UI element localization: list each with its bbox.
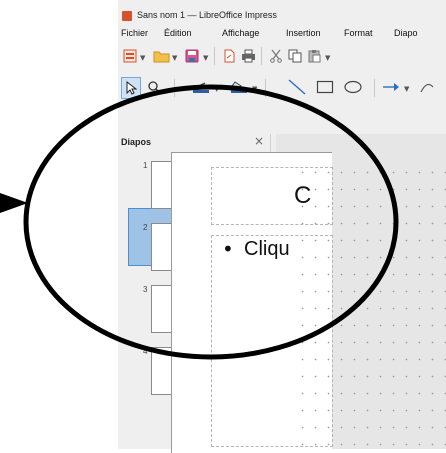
ellipse-tool-icon[interactable] — [342, 79, 364, 95]
drawing-toolbar: ▼ ▼ ▼ — [118, 73, 446, 103]
slide-pane-title: Diapos — [121, 137, 152, 147]
open-dropdown-chevron-icon[interactable]: ▼ — [172, 54, 177, 62]
fill-color-dropdown-chevron-icon[interactable]: ▼ — [252, 85, 257, 93]
connector-tool-icon[interactable] — [416, 79, 438, 95]
slide-number-4: 4 — [143, 347, 148, 356]
title-placeholder-box[interactable] — [211, 167, 333, 225]
content-bullet: • — [222, 237, 234, 261]
slide-number-3: 3 — [143, 285, 148, 294]
slide-number-2: 2 — [143, 223, 148, 232]
title-placeholder-text: C — [294, 182, 312, 209]
copy-icon[interactable] — [287, 48, 303, 64]
new-dropdown-chevron-icon[interactable]: ▼ — [140, 54, 145, 62]
menu-affichage[interactable]: Affichage — [222, 28, 259, 38]
cut-icon[interactable] — [268, 48, 284, 64]
select-pointer-icon[interactable] — [121, 77, 141, 99]
zoom-icon[interactable] — [146, 79, 162, 95]
line-tool-icon[interactable] — [286, 79, 308, 95]
title-bar: Sans nom 1 — LibreOffice Impress — [118, 6, 446, 26]
menu-bar: Fichier Édition Affichage Insertion Form… — [118, 26, 446, 42]
save-icon[interactable] — [184, 48, 200, 64]
window-title: Sans nom 1 — LibreOffice Impress — [137, 10, 277, 20]
save-dropdown-chevron-icon[interactable]: ▼ — [203, 54, 208, 62]
paste-dropdown-chevron-icon[interactable]: ▼ — [325, 54, 330, 62]
menu-insertion[interactable]: Insertion — [286, 28, 321, 38]
slide-pane-close-icon[interactable]: × — [254, 134, 264, 148]
menu-diapo[interactable]: Diapo — [394, 28, 418, 38]
slide-number-1: 1 — [143, 161, 148, 170]
fill-color-icon[interactable] — [228, 79, 250, 95]
new-slide-icon[interactable] — [122, 48, 138, 64]
arrow-tool-icon[interactable] — [380, 79, 402, 95]
arrow-dropdown-chevron-icon[interactable]: ▼ — [404, 85, 409, 93]
impress-app-icon — [122, 11, 132, 21]
menu-fichier[interactable]: Fichier — [121, 28, 148, 38]
export-pdf-icon[interactable] — [221, 48, 237, 64]
content-placeholder-box[interactable] — [211, 235, 333, 447]
pointer-arrow-icon — [0, 193, 28, 213]
menu-format[interactable]: Format — [344, 28, 373, 38]
paste-icon[interactable] — [306, 48, 322, 64]
standard-toolbar: ▼ ▼ ▼ ▼ — [118, 44, 446, 72]
toolbar-spacer — [118, 104, 446, 134]
menu-edition[interactable]: Édition — [164, 28, 192, 38]
line-color-dropdown-chevron-icon[interactable]: ▼ — [214, 85, 219, 93]
print-icon[interactable] — [240, 48, 256, 64]
rectangle-tool-icon[interactable] — [314, 79, 336, 95]
content-placeholder-text: Cliqu — [244, 238, 290, 260]
line-color-icon[interactable] — [190, 79, 212, 95]
open-folder-icon[interactable] — [152, 48, 170, 64]
